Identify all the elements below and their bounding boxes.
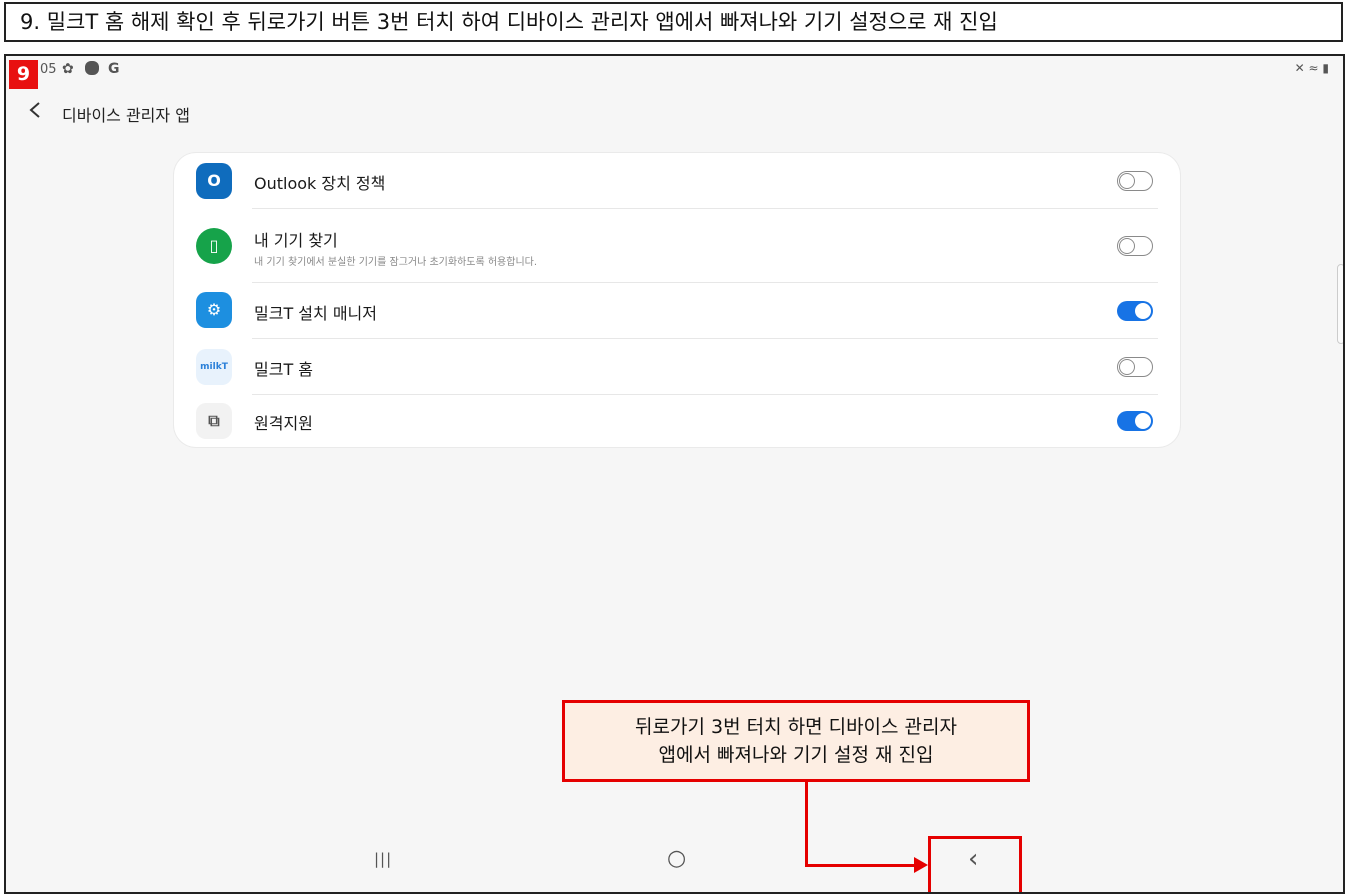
app-name: 밀크T 홈 <box>254 360 314 379</box>
status-time: 05 <box>40 62 57 77</box>
admin-toggle[interactable] <box>1117 171 1153 191</box>
toggle-knob <box>1119 359 1135 375</box>
device-admin-row[interactable]: ▯ 내 기기 찾기내 기기 찾기에서 분실한 기기를 잠그거나 초기화하도록 허용… <box>174 209 1180 283</box>
header-back-button[interactable] <box>28 100 42 125</box>
navigation-bar: ||| ○ ‹ <box>6 832 1343 892</box>
step-badge: 9 <box>9 60 38 89</box>
toggle-knob <box>1135 303 1151 319</box>
remote-support-icon: ⧉ <box>196 403 232 439</box>
device-admin-row[interactable]: O Outlook 장치 정책 <box>174 153 1180 209</box>
scroll-handle[interactable] <box>1337 264 1343 344</box>
callout-line-1: 뒤로가기 3번 터치 하면 디바이스 관리자 <box>635 716 957 738</box>
battery-icon: ▮ <box>1322 61 1329 75</box>
app-name: 밀크T 설치 매니저 <box>254 304 377 323</box>
milkt-home-icon: milkT <box>196 349 232 385</box>
instruction-banner: 9. 밀크T 홈 해제 확인 후 뒤로가기 버튼 3번 터치 하여 디바이스 관… <box>4 2 1343 42</box>
admin-toggle[interactable] <box>1117 236 1153 256</box>
toggle-knob <box>1135 413 1151 429</box>
back-button-highlight <box>928 836 1022 892</box>
app-name: 내 기기 찾기 <box>254 231 338 250</box>
app-name: 원격지원 <box>254 414 313 433</box>
toggle-knob <box>1119 173 1135 189</box>
milkt-install-manager-icon: ⚙ <box>196 292 232 328</box>
toggle-knob <box>1119 238 1135 254</box>
page-title: 디바이스 관리자 앱 <box>62 106 190 125</box>
admin-toggle[interactable] <box>1117 411 1153 431</box>
device-admin-row[interactable]: milkT 밀크T 홈 <box>174 339 1180 395</box>
device-screen: 9 05 ✿ G ✕ ≈ ▮ 디바이스 관리자 앱 O Outlook 장치 정책… <box>4 54 1345 894</box>
recent-apps-button[interactable]: ||| <box>374 850 392 868</box>
admin-toggle[interactable] <box>1117 357 1153 377</box>
device-admin-list: O Outlook 장치 정책 ▯ 내 기기 찾기내 기기 찾기에서 분실한 기기를 … <box>174 153 1180 447</box>
app-name: Outlook 장치 정책 <box>254 174 386 193</box>
app-description: 내 기기 찾기에서 분실한 기기를 잠그거나 초기화하도록 허용합니다. <box>254 257 538 268</box>
circle-icon <box>84 60 100 80</box>
outlook-icon: O <box>196 163 232 199</box>
wifi-icon: ≈ <box>1308 61 1319 75</box>
instruction-callout: 뒤로가기 3번 터치 하면 디바이스 관리자 앱에서 빠져나와 기기 설정 재 … <box>562 700 1030 782</box>
status-right-icons: ✕ ≈ ▮ <box>1295 61 1329 75</box>
home-button[interactable]: ○ <box>667 846 686 871</box>
admin-toggle[interactable] <box>1117 301 1153 321</box>
device-admin-row[interactable]: ⧉ 원격지원 <box>174 395 1180 447</box>
find-my-device-icon: ▯ <box>196 228 232 264</box>
device-admin-row[interactable]: ⚙ 밀크T 설치 매니저 <box>174 283 1180 339</box>
mute-icon: ✕ <box>1294 61 1305 75</box>
gear-icon: ✿ <box>62 61 74 77</box>
google-icon: G <box>108 61 120 77</box>
callout-line-2: 앱에서 빠져나와 기기 설정 재 진입 <box>658 744 934 766</box>
chevron-left-icon <box>29 102 40 118</box>
